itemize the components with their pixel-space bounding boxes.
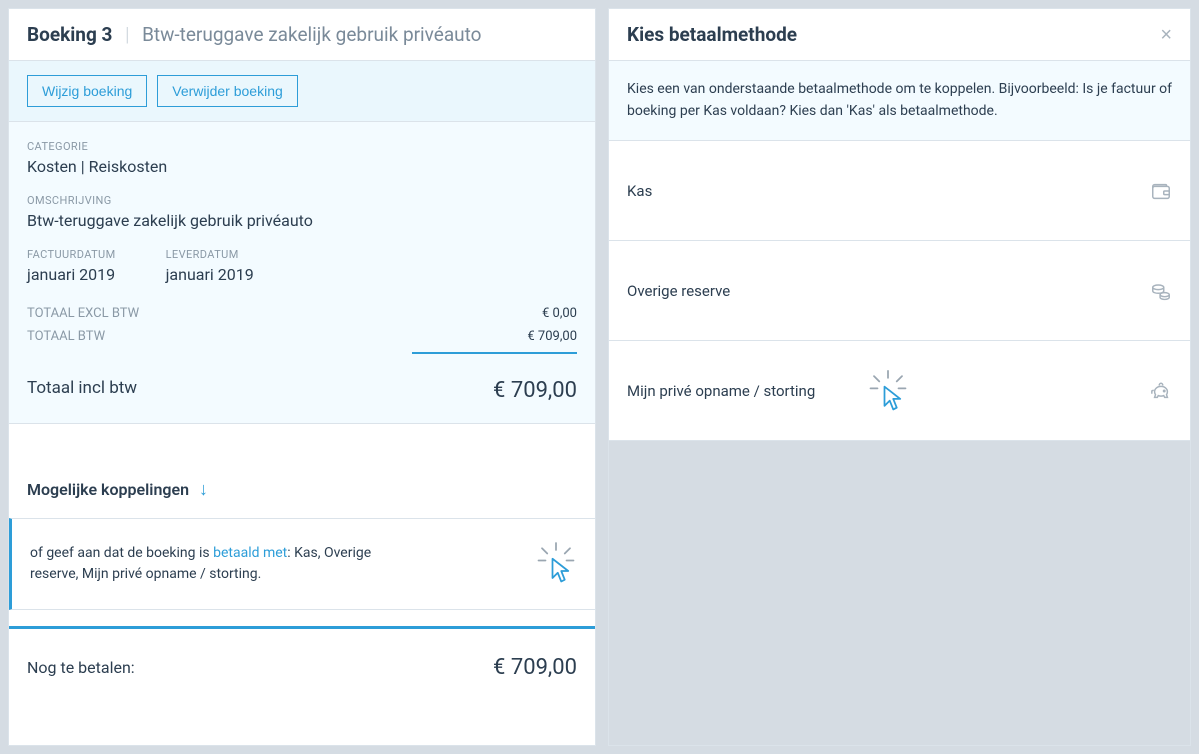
wallet-icon [1150,180,1172,202]
piggy-bank-icon [1150,380,1172,402]
booking-actions: Wijzig boeking Verwijder boeking [9,60,595,121]
payment-method-title: Kies betaalmethode [627,23,797,46]
delivery-date-label: LEVERDATUM [166,248,254,261]
total-incl-value: € 709,00 [493,378,577,403]
delete-booking-button[interactable]: Verwijder boeking [157,75,298,107]
booking-number: Boeking 3 [27,23,112,46]
close-icon: × [1160,24,1172,46]
paid-with-suggestion[interactable]: of geef aan dat de boeking is betaald me… [9,518,595,610]
method-label: Kas [627,182,652,200]
booking-title: Boeking 3 | Btw-teruggave zakelijk gebru… [9,9,595,60]
payment-method-panel: Kies betaalmethode × Kies een van onders… [608,8,1191,746]
invoice-date-value: januari 2019 [27,265,116,284]
payment-method-info: Kies een van onderstaande betaalmethode … [609,61,1190,141]
invoice-date-label: FACTUURDATUM [27,248,116,261]
method-label: Overige reserve [627,282,730,300]
delivery-date-value: januari 2019 [166,265,254,284]
booking-details: CATEGORIE Kosten | Reiskosten OMSCHRIJVI… [9,122,595,424]
payment-method-overige-reserve[interactable]: Overige reserve [609,241,1190,341]
method-label: Mijn privé opname / storting [627,382,815,400]
amount-due-row: Nog te betalen: € 709,00 [9,626,595,706]
amount-due-value: € 709,00 [493,655,577,680]
paid-with-link[interactable]: betaald met [213,545,287,561]
total-btw-label: TOTAAL BTW [27,329,105,344]
total-excl-label: TOTAAL EXCL BTW [27,306,139,321]
category-value: Kosten | Reiskosten [27,157,577,176]
amount-due-label: Nog te betalen: [27,658,135,677]
booking-subtitle: Btw-teruggave zakelijk gebruik privéauto [142,23,481,46]
close-button[interactable]: × [1160,25,1172,45]
click-cursor-icon [867,369,909,415]
total-btw-value: € 709,00 [527,329,577,344]
arrow-down-icon: ↓ [199,479,208,500]
coins-icon [1150,280,1172,302]
possible-links-heading[interactable]: Mogelijke koppelingen ↓ [9,424,595,518]
total-incl-label: Totaal incl btw [27,378,137,403]
payment-method-kas[interactable]: Kas [609,141,1190,241]
category-label: CATEGORIE [27,140,577,153]
description-value: Btw-teruggave zakelijk gebruik privéauto [27,211,577,230]
total-excl-value: € 0,00 [542,306,577,321]
edit-booking-button[interactable]: Wijzig boeking [27,75,147,107]
booking-panel: Boeking 3 | Btw-teruggave zakelijk gebru… [8,8,596,746]
description-label: OMSCHRIJVING [27,194,577,207]
payment-method-prive-opname[interactable]: Mijn privé opname / storting [609,341,1190,441]
click-cursor-icon [535,541,577,587]
